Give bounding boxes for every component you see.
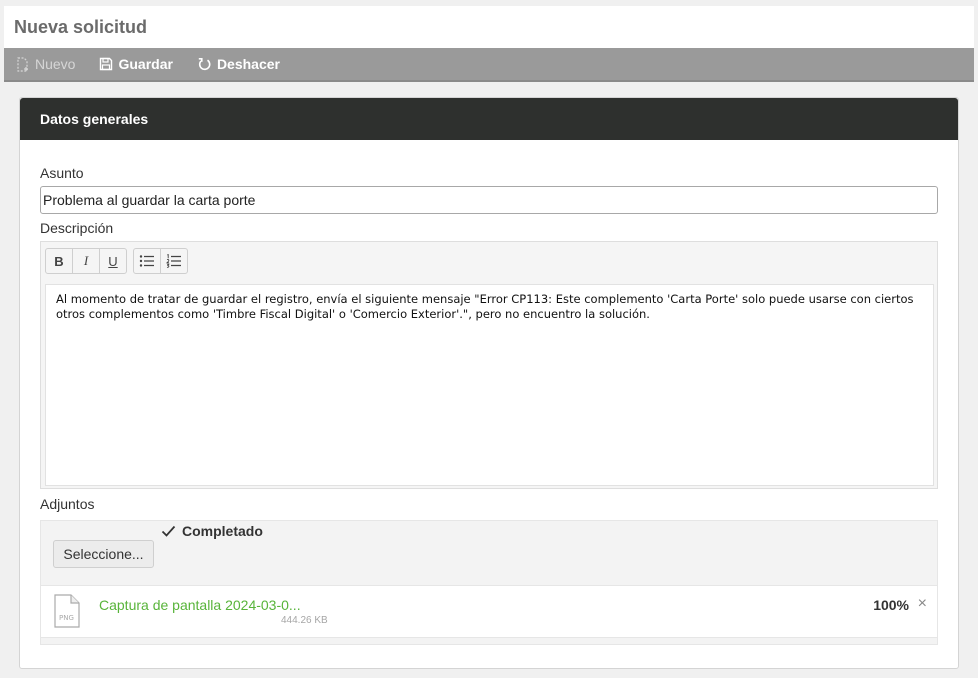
file-list-footer <box>40 638 938 645</box>
new-button[interactable]: Nuevo <box>16 56 75 72</box>
new-document-icon <box>17 56 28 72</box>
upload-progress: 100% <box>873 597 909 613</box>
page-header: Nueva solicitud <box>4 6 974 48</box>
file-size: 444.26 KB <box>281 615 328 626</box>
upload-area: Completado Seleccione... <box>40 520 938 586</box>
bold-button[interactable]: B <box>45 248 73 274</box>
checkmark-icon <box>161 525 176 537</box>
italic-button[interactable]: I <box>72 248 100 274</box>
numbered-list-icon <box>166 254 181 268</box>
remove-file-icon[interactable]: × <box>918 595 927 613</box>
list-tool-group <box>133 248 188 274</box>
undo-button[interactable]: Deshacer <box>197 56 280 72</box>
png-file-icon: PNG <box>54 594 80 633</box>
bullet-list-button[interactable] <box>133 248 161 274</box>
undo-icon <box>198 57 211 70</box>
toolbar: Nuevo Guardar Deshacer <box>4 48 974 82</box>
file-type-label: PNG <box>59 614 74 622</box>
format-tool-group: B I U <box>45 248 127 274</box>
upload-status: Completado <box>161 523 263 539</box>
uploaded-file-item: PNG Captura de pantalla 2024-03-0... 444… <box>40 586 938 638</box>
file-name[interactable]: Captura de pantalla 2024-03-0... <box>99 597 301 613</box>
upload-status-text: Completado <box>182 523 263 539</box>
floppy-disk-icon <box>100 57 113 71</box>
panel-header: Datos generales <box>20 98 958 140</box>
save-button[interactable]: Guardar <box>99 56 173 72</box>
general-data-panel: Datos generales Asunto Descripción B I U <box>19 97 959 669</box>
bullet-list-icon <box>139 255 154 267</box>
undo-button-label: Deshacer <box>216 56 280 72</box>
numbered-list-button[interactable] <box>160 248 188 274</box>
subject-label: Asunto <box>40 165 84 181</box>
description-label: Descripción <box>40 220 114 236</box>
attachments-label: Adjuntos <box>40 496 95 512</box>
page-title: Nueva solicitud <box>14 17 148 37</box>
description-editor: B I U Al momento de tratar de guardar el… <box>40 241 938 489</box>
new-button-label: Nuevo <box>35 56 76 72</box>
save-button-label: Guardar <box>118 56 173 72</box>
subject-input[interactable] <box>40 186 938 214</box>
editor-toolbar: B I U <box>45 248 194 274</box>
description-textarea[interactable]: Al momento de tratar de guardar el regis… <box>45 284 934 486</box>
select-files-button[interactable]: Seleccione... <box>53 540 154 568</box>
underline-button[interactable]: U <box>99 248 127 274</box>
